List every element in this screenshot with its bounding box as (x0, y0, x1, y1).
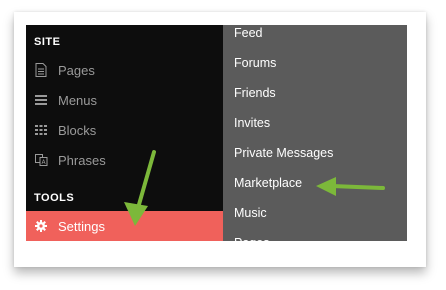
annotation-arrows (124, 150, 385, 226)
arrow-to-settings (124, 150, 156, 226)
arrow-to-marketplace (316, 177, 385, 196)
